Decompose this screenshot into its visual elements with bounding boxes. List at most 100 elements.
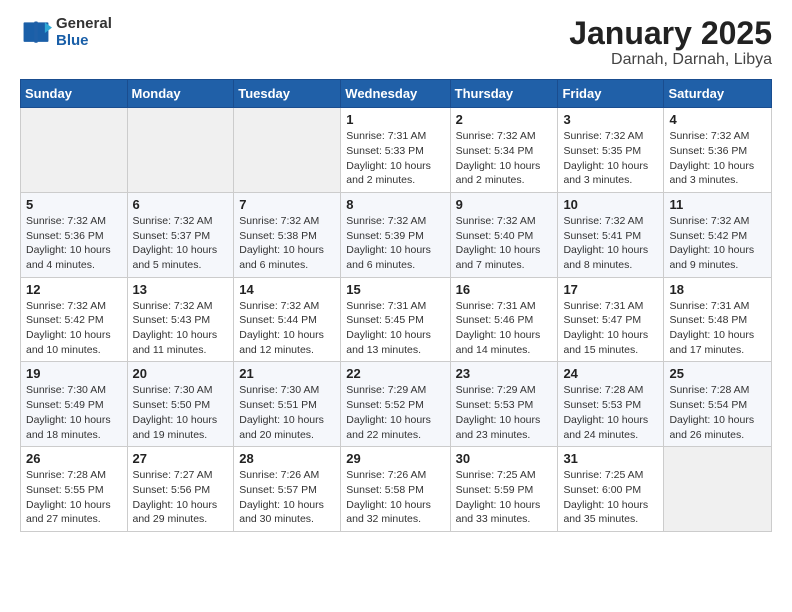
table-row: 5 Sunrise: 7:32 AMSunset: 5:36 PMDaylight… [21, 192, 128, 277]
calendar-week-row: 12Sunrise: 7:32 AMSunset: 5:42 PMDayligh… [21, 277, 772, 362]
day-number: 4 [669, 112, 766, 127]
day-info: Sunrise: 7:31 AMSunset: 5:46 PMDaylight:… [456, 299, 553, 358]
day-info: Sunrise: 7:32 AMSunset: 5:36 PMDaylight:… [669, 129, 766, 188]
table-row: 16 Sunrise: 7:31 AMSunset: 5:46 PMDayligh… [450, 277, 558, 362]
table-row: 27Sunrise: 7:27 AMSunset: 5:56 PMDayligh… [127, 447, 234, 532]
day-number: 30 [456, 451, 553, 466]
logo-general-text: General [56, 16, 112, 33]
table-row: 13Sunrise: 7:32 AMSunset: 5:43 PMDayligh… [127, 277, 234, 362]
day-info: Sunrise: 7:27 AMSunset: 5:56 PMDaylight:… [133, 468, 229, 527]
day-number: 22 [346, 366, 444, 381]
table-row: 21Sunrise: 7:30 AMSunset: 5:51 PMDayligh… [234, 362, 341, 447]
col-sunday: Sunday [21, 80, 128, 108]
logo: General Blue [20, 16, 112, 49]
day-info: Sunrise: 7:30 AMSunset: 5:50 PMDaylight:… [133, 383, 229, 442]
page: General Blue January 2025 Darnah, Darnah… [0, 0, 792, 612]
day-number: 11 [669, 197, 766, 212]
day-info: Sunrise: 7:32 AMSunset: 5:42 PMDaylight:… [669, 214, 766, 273]
day-info: Sunrise: 7:31 AMSunset: 5:47 PMDaylight:… [563, 299, 658, 358]
day-number: 25 [669, 366, 766, 381]
day-info: Sunrise: 7:30 AMSunset: 5:49 PMDaylight:… [26, 383, 122, 442]
table-row: 17 Sunrise: 7:31 AMSunset: 5:47 PMDayligh… [558, 277, 664, 362]
col-wednesday: Wednesday [341, 80, 450, 108]
table-row: 4 Sunrise: 7:32 AMSunset: 5:36 PMDaylight… [664, 108, 772, 193]
table-row: 28Sunrise: 7:26 AMSunset: 5:57 PMDayligh… [234, 447, 341, 532]
day-info: Sunrise: 7:32 AMSunset: 5:34 PMDaylight:… [456, 129, 553, 188]
table-row: 30 Sunrise: 7:25 AMSunset: 5:59 PMDayligh… [450, 447, 558, 532]
day-number: 16 [456, 282, 553, 297]
table-row: 29 Sunrise: 7:26 AMSunset: 5:58 PMDayligh… [341, 447, 450, 532]
day-info: Sunrise: 7:32 AMSunset: 5:37 PMDaylight:… [133, 214, 229, 273]
calendar-table: Sunday Monday Tuesday Wednesday Thursday… [20, 79, 772, 532]
day-info: Sunrise: 7:32 AMSunset: 5:43 PMDaylight:… [133, 299, 229, 358]
day-number: 15 [346, 282, 444, 297]
table-row: 2 Sunrise: 7:32 AMSunset: 5:34 PMDaylight… [450, 108, 558, 193]
header: General Blue January 2025 Darnah, Darnah… [20, 16, 772, 69]
day-info: Sunrise: 7:29 AMSunset: 5:52 PMDaylight:… [346, 383, 444, 442]
day-number: 18 [669, 282, 766, 297]
logo-blue-text: Blue [56, 33, 112, 50]
day-number: 10 [563, 197, 658, 212]
day-info: Sunrise: 7:28 AMSunset: 5:53 PMDaylight:… [563, 383, 658, 442]
day-number: 20 [133, 366, 229, 381]
day-info: Sunrise: 7:28 AMSunset: 5:54 PMDaylight:… [669, 383, 766, 442]
table-row: 25 Sunrise: 7:28 AMSunset: 5:54 PMDayligh… [664, 362, 772, 447]
table-row: 3Sunrise: 7:32 AMSunset: 5:35 PMDaylight… [558, 108, 664, 193]
day-info: Sunrise: 7:32 AMSunset: 5:41 PMDaylight:… [563, 214, 658, 273]
table-row: 18Sunrise: 7:31 AMSunset: 5:48 PMDayligh… [664, 277, 772, 362]
table-row: 6Sunrise: 7:32 AMSunset: 5:37 PMDaylight… [127, 192, 234, 277]
day-number: 17 [563, 282, 658, 297]
day-info: Sunrise: 7:32 AMSunset: 5:40 PMDaylight:… [456, 214, 553, 273]
table-row: 20 Sunrise: 7:30 AMSunset: 5:50 PMDayligh… [127, 362, 234, 447]
day-number: 29 [346, 451, 444, 466]
table-row [234, 108, 341, 193]
day-number: 1 [346, 112, 444, 127]
day-number: 19 [26, 366, 122, 381]
table-row: 22 Sunrise: 7:29 AMSunset: 5:52 PMDayligh… [341, 362, 450, 447]
day-number: 3 [563, 112, 658, 127]
day-info: Sunrise: 7:31 AMSunset: 5:45 PMDaylight:… [346, 299, 444, 358]
col-tuesday: Tuesday [234, 80, 341, 108]
day-info: Sunrise: 7:32 AMSunset: 5:39 PMDaylight:… [346, 214, 444, 273]
table-row: 14Sunrise: 7:32 AMSunset: 5:44 PMDayligh… [234, 277, 341, 362]
day-info: Sunrise: 7:25 AMSunset: 5:59 PMDaylight:… [456, 468, 553, 527]
day-info: Sunrise: 7:32 AMSunset: 5:36 PMDaylight:… [26, 214, 122, 273]
day-number: 26 [26, 451, 122, 466]
table-row: 24 Sunrise: 7:28 AMSunset: 5:53 PMDayligh… [558, 362, 664, 447]
table-row: 8Sunrise: 7:32 AMSunset: 5:39 PMDaylight… [341, 192, 450, 277]
day-number: 5 [26, 197, 122, 212]
day-info: Sunrise: 7:28 AMSunset: 5:55 PMDaylight:… [26, 468, 122, 527]
calendar-week-row: 1 Sunrise: 7:31 AMSunset: 5:33 PMDaylight… [21, 108, 772, 193]
col-monday: Monday [127, 80, 234, 108]
table-row: 26 Sunrise: 7:28 AMSunset: 5:55 PMDayligh… [21, 447, 128, 532]
table-row: 1 Sunrise: 7:31 AMSunset: 5:33 PMDaylight… [341, 108, 450, 193]
day-number: 14 [239, 282, 335, 297]
day-number: 28 [239, 451, 335, 466]
table-row [21, 108, 128, 193]
day-number: 24 [563, 366, 658, 381]
logo-text: General Blue [56, 16, 112, 49]
calendar-week-row: 19 Sunrise: 7:30 AMSunset: 5:49 PMDayligh… [21, 362, 772, 447]
day-info: Sunrise: 7:31 AMSunset: 5:33 PMDaylight:… [346, 129, 444, 188]
calendar-week-row: 26 Sunrise: 7:28 AMSunset: 5:55 PMDayligh… [21, 447, 772, 532]
day-info: Sunrise: 7:30 AMSunset: 5:51 PMDaylight:… [239, 383, 335, 442]
day-info: Sunrise: 7:26 AMSunset: 5:58 PMDaylight:… [346, 468, 444, 527]
table-row: 11 Sunrise: 7:32 AMSunset: 5:42 PMDayligh… [664, 192, 772, 277]
day-info: Sunrise: 7:25 AMSunset: 6:00 PMDaylight:… [563, 468, 658, 527]
table-row: 19 Sunrise: 7:30 AMSunset: 5:49 PMDayligh… [21, 362, 128, 447]
day-number: 23 [456, 366, 553, 381]
table-row: 15 Sunrise: 7:31 AMSunset: 5:45 PMDayligh… [341, 277, 450, 362]
table-row: 9 Sunrise: 7:32 AMSunset: 5:40 PMDaylight… [450, 192, 558, 277]
table-row [127, 108, 234, 193]
table-row: 7Sunrise: 7:32 AMSunset: 5:38 PMDaylight… [234, 192, 341, 277]
table-row: 10 Sunrise: 7:32 AMSunset: 5:41 PMDayligh… [558, 192, 664, 277]
table-row: 12Sunrise: 7:32 AMSunset: 5:42 PMDayligh… [21, 277, 128, 362]
day-number: 31 [563, 451, 658, 466]
day-number: 2 [456, 112, 553, 127]
calendar-location: Darnah, Darnah, Libya [569, 51, 772, 69]
calendar-title: January 2025 [569, 16, 772, 51]
title-block: January 2025 Darnah, Darnah, Libya [569, 16, 772, 69]
day-number: 7 [239, 197, 335, 212]
day-number: 9 [456, 197, 553, 212]
table-row [664, 447, 772, 532]
